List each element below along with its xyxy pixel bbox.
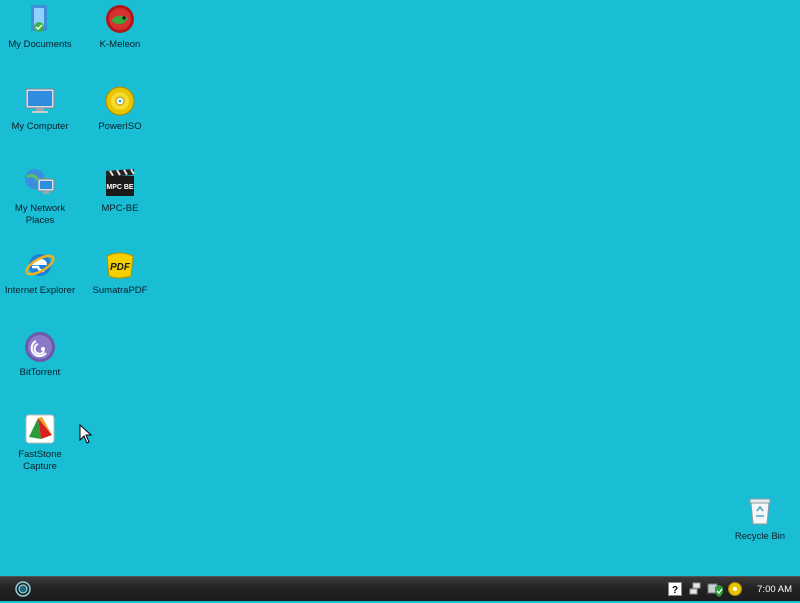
svg-text:?: ? [672, 585, 678, 596]
bittorrent-icon [23, 330, 57, 364]
taskbar-clock[interactable]: 7:00 AM [757, 584, 792, 595]
faststone-capture-icon [23, 412, 57, 446]
poweriso-tray-icon[interactable] [727, 581, 743, 597]
desktop-icon-network-places[interactable]: My Network Places [0, 166, 80, 236]
desktop-icon-poweriso[interactable]: PowerISO [80, 84, 160, 154]
network-places-icon [23, 166, 57, 200]
desktop-icon-my-computer[interactable]: My Computer [0, 84, 80, 154]
desktop: My Documents K-Meleon My Computer PowerI… [0, 0, 800, 576]
desktop-icon-my-documents[interactable]: My Documents [0, 2, 80, 72]
help-icon[interactable]: ? [667, 581, 683, 597]
desktop-icon-label: K-Meleon [99, 39, 141, 50]
sumatrapdf-icon-text: PDF [110, 262, 131, 273]
desktop-icon-internet-explorer[interactable]: Internet Explorer [0, 248, 80, 318]
system-tray: ? 7:00 AM [667, 577, 800, 601]
desktop-icon-label: FastStone Capture [18, 449, 62, 472]
desktop-icon-label: MPC-BE [101, 203, 139, 214]
desktop-icon-label: Recycle Bin [734, 531, 786, 542]
start-icon [15, 581, 31, 597]
desktop-icon-label: BitTorrent [19, 367, 61, 378]
mpc-be-icon-text: MPC BE [106, 184, 134, 191]
my-computer-icon [23, 84, 57, 118]
recycle-bin-icon [743, 494, 777, 528]
taskbar: ? 7:00 AM [0, 576, 800, 601]
desktop-icon-bittorrent[interactable]: BitTorrent [0, 330, 80, 400]
network-monitors-icon[interactable] [687, 581, 703, 597]
sumatrapdf-icon: PDF [103, 248, 137, 282]
desktop-icon-faststone-capture[interactable]: FastStone Capture [0, 412, 80, 482]
desktop-icon-sumatrapdf[interactable]: PDF SumatraPDF [80, 248, 160, 318]
k-meleon-icon [103, 2, 137, 36]
poweriso-icon [103, 84, 137, 118]
desktop-icon-recycle-bin[interactable]: Recycle Bin [720, 494, 800, 564]
desktop-icon-label: My Network Places [14, 203, 66, 226]
mpc-be-icon: MPC BE [103, 166, 137, 200]
desktop-icon-label: My Computer [11, 121, 69, 132]
desktop-icon-k-meleon[interactable]: K-Meleon [80, 2, 160, 72]
desktop-icon-label: My Documents [8, 39, 72, 50]
internet-explorer-icon [23, 248, 57, 282]
security-shield-icon[interactable] [707, 581, 724, 597]
start-button[interactable] [14, 580, 32, 598]
mouse-cursor-icon [79, 424, 93, 444]
desktop-icon-label: PowerISO [98, 121, 142, 132]
my-documents-icon [23, 2, 57, 36]
desktop-icon-mpc-be[interactable]: MPC BE MPC-BE [80, 166, 160, 236]
desktop-icon-label: SumatraPDF [92, 285, 148, 296]
desktop-icon-label: Internet Explorer [4, 285, 76, 296]
